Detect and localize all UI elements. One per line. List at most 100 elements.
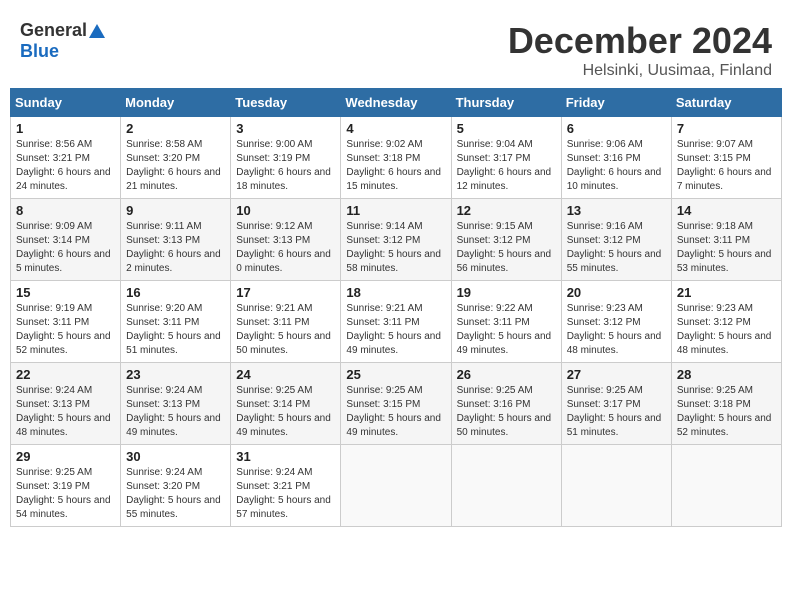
day-number: 22 bbox=[16, 367, 115, 382]
day-info: Sunrise: 9:25 AMSunset: 3:14 PMDaylight:… bbox=[236, 384, 335, 440]
weekday-header-row: SundayMondayTuesdayWednesdayThursdayFrid… bbox=[11, 89, 782, 117]
day-number: 17 bbox=[236, 285, 335, 300]
title-area: December 2024 Helsinki, Uusimaa, Finland bbox=[508, 20, 772, 80]
day-info: Sunrise: 9:24 AMSunset: 3:13 PMDaylight:… bbox=[126, 384, 225, 440]
day-info: Sunrise: 8:56 AMSunset: 3:21 PMDaylight:… bbox=[16, 138, 115, 194]
day-cell bbox=[451, 445, 561, 527]
day-info: Sunrise: 9:11 AMSunset: 3:13 PMDaylight:… bbox=[126, 220, 225, 276]
day-info: Sunrise: 9:15 AMSunset: 3:12 PMDaylight:… bbox=[457, 220, 556, 276]
calendar-table: SundayMondayTuesdayWednesdayThursdayFrid… bbox=[10, 88, 782, 527]
month-title: December 2024 bbox=[508, 20, 772, 62]
day-number: 30 bbox=[126, 449, 225, 464]
day-number: 19 bbox=[457, 285, 556, 300]
weekday-header-thursday: Thursday bbox=[451, 89, 561, 117]
day-info: Sunrise: 9:24 AMSunset: 3:20 PMDaylight:… bbox=[126, 466, 225, 522]
day-cell: 16 Sunrise: 9:20 AMSunset: 3:11 PMDayligh… bbox=[121, 281, 231, 363]
day-number: 4 bbox=[346, 121, 445, 136]
week-row-1: 1 Sunrise: 8:56 AMSunset: 3:21 PMDaylight… bbox=[11, 117, 782, 199]
day-cell bbox=[561, 445, 671, 527]
day-number: 20 bbox=[567, 285, 666, 300]
day-cell: 11 Sunrise: 9:14 AMSunset: 3:12 PMDayligh… bbox=[341, 199, 451, 281]
day-number: 16 bbox=[126, 285, 225, 300]
day-number: 27 bbox=[567, 367, 666, 382]
day-info: Sunrise: 9:25 AMSunset: 3:17 PMDaylight:… bbox=[567, 384, 666, 440]
day-number: 28 bbox=[677, 367, 776, 382]
day-info: Sunrise: 9:16 AMSunset: 3:12 PMDaylight:… bbox=[567, 220, 666, 276]
day-cell: 3Sunrise: 9:00 AMSunset: 3:19 PMDaylight… bbox=[231, 117, 341, 199]
day-info: Sunrise: 9:04 AMSunset: 3:17 PMDaylight:… bbox=[457, 138, 556, 194]
logo-general-text: General bbox=[20, 20, 87, 41]
day-info: Sunrise: 9:24 AMSunset: 3:21 PMDaylight:… bbox=[236, 466, 335, 522]
day-number: 12 bbox=[457, 203, 556, 218]
day-info: Sunrise: 9:23 AMSunset: 3:12 PMDaylight:… bbox=[567, 302, 666, 358]
day-cell: 17 Sunrise: 9:21 AMSunset: 3:11 PMDayligh… bbox=[231, 281, 341, 363]
day-number: 6 bbox=[567, 121, 666, 136]
day-cell: 15Sunrise: 9:19 AMSunset: 3:11 PMDayligh… bbox=[11, 281, 121, 363]
day-info: Sunrise: 9:25 AMSunset: 3:18 PMDaylight:… bbox=[677, 384, 776, 440]
weekday-header-friday: Friday bbox=[561, 89, 671, 117]
day-number: 1 bbox=[16, 121, 115, 136]
weekday-header-wednesday: Wednesday bbox=[341, 89, 451, 117]
day-cell: 6Sunrise: 9:06 AMSunset: 3:16 PMDaylight… bbox=[561, 117, 671, 199]
day-info: Sunrise: 9:14 AMSunset: 3:12 PMDaylight:… bbox=[346, 220, 445, 276]
header-area: General Blue December 2024 Helsinki, Uus… bbox=[10, 10, 782, 88]
day-number: 26 bbox=[457, 367, 556, 382]
day-cell: 2 Sunrise: 8:58 AMSunset: 3:20 PMDaylight… bbox=[121, 117, 231, 199]
day-number: 13 bbox=[567, 203, 666, 218]
day-cell: 26 Sunrise: 9:25 AMSunset: 3:16 PMDayligh… bbox=[451, 363, 561, 445]
day-cell: 14Sunrise: 9:18 AMSunset: 3:11 PMDayligh… bbox=[671, 199, 781, 281]
logo: General Blue bbox=[20, 20, 105, 62]
day-info: Sunrise: 9:19 AMSunset: 3:11 PMDaylight:… bbox=[16, 302, 115, 358]
day-number: 7 bbox=[677, 121, 776, 136]
day-cell: 1 Sunrise: 8:56 AMSunset: 3:21 PMDaylight… bbox=[11, 117, 121, 199]
day-cell: 13 Sunrise: 9:16 AMSunset: 3:12 PMDayligh… bbox=[561, 199, 671, 281]
day-cell: 22 Sunrise: 9:24 AMSunset: 3:13 PMDayligh… bbox=[11, 363, 121, 445]
day-number: 18 bbox=[346, 285, 445, 300]
day-cell: 24 Sunrise: 9:25 AMSunset: 3:14 PMDayligh… bbox=[231, 363, 341, 445]
day-cell: 7 Sunrise: 9:07 AMSunset: 3:15 PMDaylight… bbox=[671, 117, 781, 199]
weekday-header-saturday: Saturday bbox=[671, 89, 781, 117]
day-info: Sunrise: 9:21 AMSunset: 3:11 PMDaylight:… bbox=[236, 302, 335, 358]
logo-triangle-icon bbox=[89, 24, 105, 38]
day-info: Sunrise: 9:07 AMSunset: 3:15 PMDaylight:… bbox=[677, 138, 776, 194]
day-info: Sunrise: 9:25 AMSunset: 3:16 PMDaylight:… bbox=[457, 384, 556, 440]
location-title: Helsinki, Uusimaa, Finland bbox=[508, 62, 772, 80]
day-cell: 27 Sunrise: 9:25 AMSunset: 3:17 PMDayligh… bbox=[561, 363, 671, 445]
day-info: Sunrise: 9:12 AMSunset: 3:13 PMDaylight:… bbox=[236, 220, 335, 276]
day-cell: 19 Sunrise: 9:22 AMSunset: 3:11 PMDayligh… bbox=[451, 281, 561, 363]
day-info: Sunrise: 9:24 AMSunset: 3:13 PMDaylight:… bbox=[16, 384, 115, 440]
weekday-header-sunday: Sunday bbox=[11, 89, 121, 117]
day-number: 31 bbox=[236, 449, 335, 464]
day-cell: 31 Sunrise: 9:24 AMSunset: 3:21 PMDayligh… bbox=[231, 445, 341, 527]
day-number: 9 bbox=[126, 203, 225, 218]
day-cell: 9 Sunrise: 9:11 AMSunset: 3:13 PMDaylight… bbox=[121, 199, 231, 281]
day-cell: 12 Sunrise: 9:15 AMSunset: 3:12 PMDayligh… bbox=[451, 199, 561, 281]
day-cell: 23Sunrise: 9:24 AMSunset: 3:13 PMDayligh… bbox=[121, 363, 231, 445]
day-number: 11 bbox=[346, 203, 445, 218]
day-info: Sunrise: 9:20 AMSunset: 3:11 PMDaylight:… bbox=[126, 302, 225, 358]
day-info: Sunrise: 9:21 AMSunset: 3:11 PMDaylight:… bbox=[346, 302, 445, 358]
day-cell: 8Sunrise: 9:09 AMSunset: 3:14 PMDaylight… bbox=[11, 199, 121, 281]
week-row-3: 15Sunrise: 9:19 AMSunset: 3:11 PMDayligh… bbox=[11, 281, 782, 363]
day-info: Sunrise: 9:02 AMSunset: 3:18 PMDaylight:… bbox=[346, 138, 445, 194]
day-info: Sunrise: 8:58 AMSunset: 3:20 PMDaylight:… bbox=[126, 138, 225, 194]
day-number: 29 bbox=[16, 449, 115, 464]
day-info: Sunrise: 9:23 AMSunset: 3:12 PMDaylight:… bbox=[677, 302, 776, 358]
day-info: Sunrise: 9:18 AMSunset: 3:11 PMDaylight:… bbox=[677, 220, 776, 276]
day-cell: 28 Sunrise: 9:25 AMSunset: 3:18 PMDayligh… bbox=[671, 363, 781, 445]
week-row-5: 29 Sunrise: 9:25 AMSunset: 3:19 PMDayligh… bbox=[11, 445, 782, 527]
day-cell: 10 Sunrise: 9:12 AMSunset: 3:13 PMDayligh… bbox=[231, 199, 341, 281]
day-number: 24 bbox=[236, 367, 335, 382]
day-number: 25 bbox=[346, 367, 445, 382]
day-number: 10 bbox=[236, 203, 335, 218]
day-cell bbox=[671, 445, 781, 527]
day-cell: 20 Sunrise: 9:23 AMSunset: 3:12 PMDayligh… bbox=[561, 281, 671, 363]
day-number: 2 bbox=[126, 121, 225, 136]
day-info: Sunrise: 9:22 AMSunset: 3:11 PMDaylight:… bbox=[457, 302, 556, 358]
day-number: 5 bbox=[457, 121, 556, 136]
day-cell: 25Sunrise: 9:25 AMSunset: 3:15 PMDayligh… bbox=[341, 363, 451, 445]
day-cell bbox=[341, 445, 451, 527]
day-info: Sunrise: 9:25 AMSunset: 3:19 PMDaylight:… bbox=[16, 466, 115, 522]
day-cell: 21Sunrise: 9:23 AMSunset: 3:12 PMDayligh… bbox=[671, 281, 781, 363]
week-row-4: 22 Sunrise: 9:24 AMSunset: 3:13 PMDayligh… bbox=[11, 363, 782, 445]
